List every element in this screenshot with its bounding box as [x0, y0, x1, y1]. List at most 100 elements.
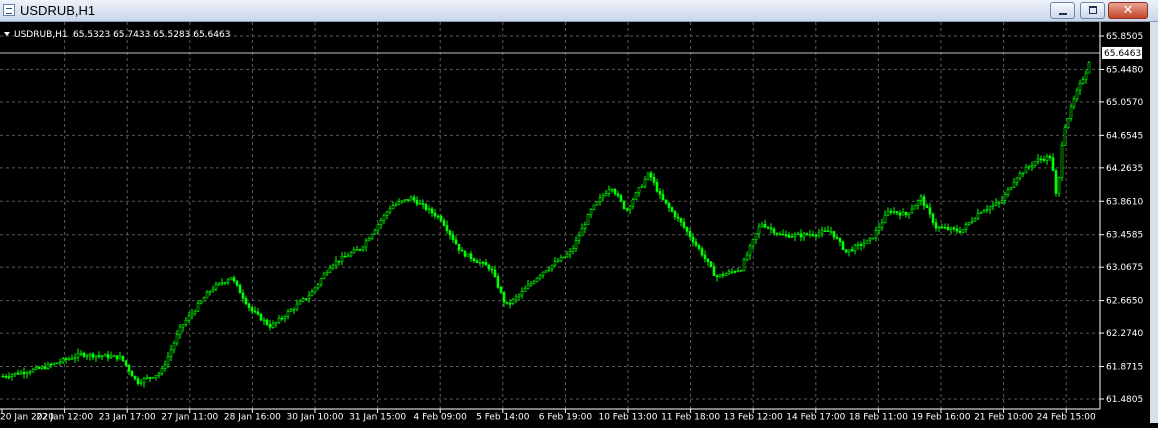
candle-body [37, 367, 41, 369]
candle-body [823, 230, 827, 232]
candle-body [1018, 172, 1022, 179]
candle-body [19, 371, 23, 375]
candle-body [943, 227, 947, 229]
candle-body [1045, 156, 1049, 161]
candle-body [475, 260, 479, 263]
candle-body [577, 235, 581, 241]
candle-body [988, 206, 992, 210]
candle-body [277, 317, 281, 323]
candle-body [319, 278, 323, 285]
candle-body [949, 227, 953, 230]
candle-body [757, 226, 761, 234]
candle-body [136, 378, 140, 384]
candle-body [427, 208, 431, 211]
candle-body [259, 313, 263, 321]
candle-body [598, 197, 602, 203]
candle-body [250, 307, 254, 312]
close-button[interactable]: ✕ [1108, 2, 1148, 19]
candle-body [388, 208, 392, 213]
candle-body [925, 205, 929, 208]
candle-body [1051, 157, 1055, 171]
candle-body [295, 303, 299, 310]
candle-body [781, 233, 785, 236]
time-tick-label: 30 Jan 10:00 [287, 413, 344, 423]
candle-body [409, 196, 413, 201]
candle-body [130, 370, 134, 377]
candle-body [460, 249, 464, 252]
candle-body [508, 303, 512, 305]
candle-body [724, 273, 728, 276]
candle-body [799, 233, 803, 238]
candle-body [217, 282, 221, 285]
candle-body [595, 201, 599, 206]
time-tick-label: 14 Feb 17:00 [786, 413, 845, 423]
candle-body [406, 199, 410, 201]
candle-body [1075, 89, 1079, 100]
maximize-button[interactable] [1080, 2, 1105, 19]
candle-body [535, 277, 539, 282]
time-tick-label: 27 Jan 11:00 [161, 413, 218, 423]
candle-body [229, 277, 233, 281]
candle-body [790, 236, 794, 238]
chart-area[interactable]: 65.8505 65.4480 65.0570 64.6545 64.2635 63.86… [0, 22, 1158, 423]
candle-body [22, 371, 26, 375]
candle-body [643, 178, 647, 187]
chart-background [0, 22, 1150, 423]
candle-body [241, 292, 245, 299]
candle-body [670, 207, 674, 212]
candle-body [94, 355, 98, 358]
time-tick-label: 18 Feb 11:00 [849, 413, 908, 423]
candle-body [436, 215, 440, 218]
candle-body [178, 326, 182, 336]
candle-body [103, 354, 107, 357]
price-tick-label: 61.8715 [1106, 363, 1143, 373]
candle-body [907, 212, 911, 216]
candle-body [181, 324, 185, 328]
candle-body [121, 355, 125, 361]
candle-body [1033, 161, 1037, 166]
candle-body [283, 316, 287, 319]
candle-body [349, 252, 353, 257]
candle-body [835, 236, 839, 239]
candle-body [100, 355, 104, 358]
candle-body [997, 202, 1001, 204]
candle-body [763, 223, 767, 228]
candle-body [61, 358, 65, 363]
price-tick-label: 65.8505 [1106, 32, 1143, 42]
time-tick-label: 22 Jan 12:00 [36, 413, 93, 423]
candle-body [922, 196, 926, 206]
candle-body [214, 284, 218, 290]
candle-body [10, 374, 14, 378]
candle-body [580, 228, 584, 237]
price-tick-label: 64.6545 [1106, 131, 1143, 141]
candle-body [256, 311, 260, 315]
candle-body [562, 256, 566, 259]
candle-body [82, 352, 86, 357]
candle-body [118, 355, 122, 360]
candle-body [892, 211, 896, 213]
chart-ohlc-values: 65.5323 65.7433 65.5283 65.6463 [73, 30, 230, 40]
candle-body [847, 249, 851, 253]
candle-body [820, 230, 824, 234]
candle-body [268, 324, 272, 328]
candle-body [772, 228, 776, 234]
candle-body [415, 199, 419, 205]
candle-body [34, 367, 38, 370]
candle-body [166, 356, 170, 366]
candle-body [97, 355, 101, 357]
candle-body [901, 211, 905, 216]
candle-body [466, 253, 470, 257]
candle-body [7, 376, 11, 378]
window-titlebar[interactable]: USDRUB,H1 ✕ [0, 0, 1158, 22]
candle-body [982, 210, 986, 213]
minimize-button[interactable] [1050, 2, 1075, 19]
chart-header: USDRUB,H1 65.5323 65.7433 65.5283 65.646… [4, 30, 230, 40]
candle-body [994, 202, 998, 206]
candle-body [865, 239, 869, 244]
candle-body [967, 222, 971, 225]
candle-body [109, 355, 113, 359]
price-chart[interactable]: 65.8505 65.4480 65.0570 64.6545 64.2635 63.86… [0, 22, 1150, 423]
candle-body [631, 199, 635, 207]
candle-body [649, 172, 653, 178]
candle-body [448, 230, 452, 236]
